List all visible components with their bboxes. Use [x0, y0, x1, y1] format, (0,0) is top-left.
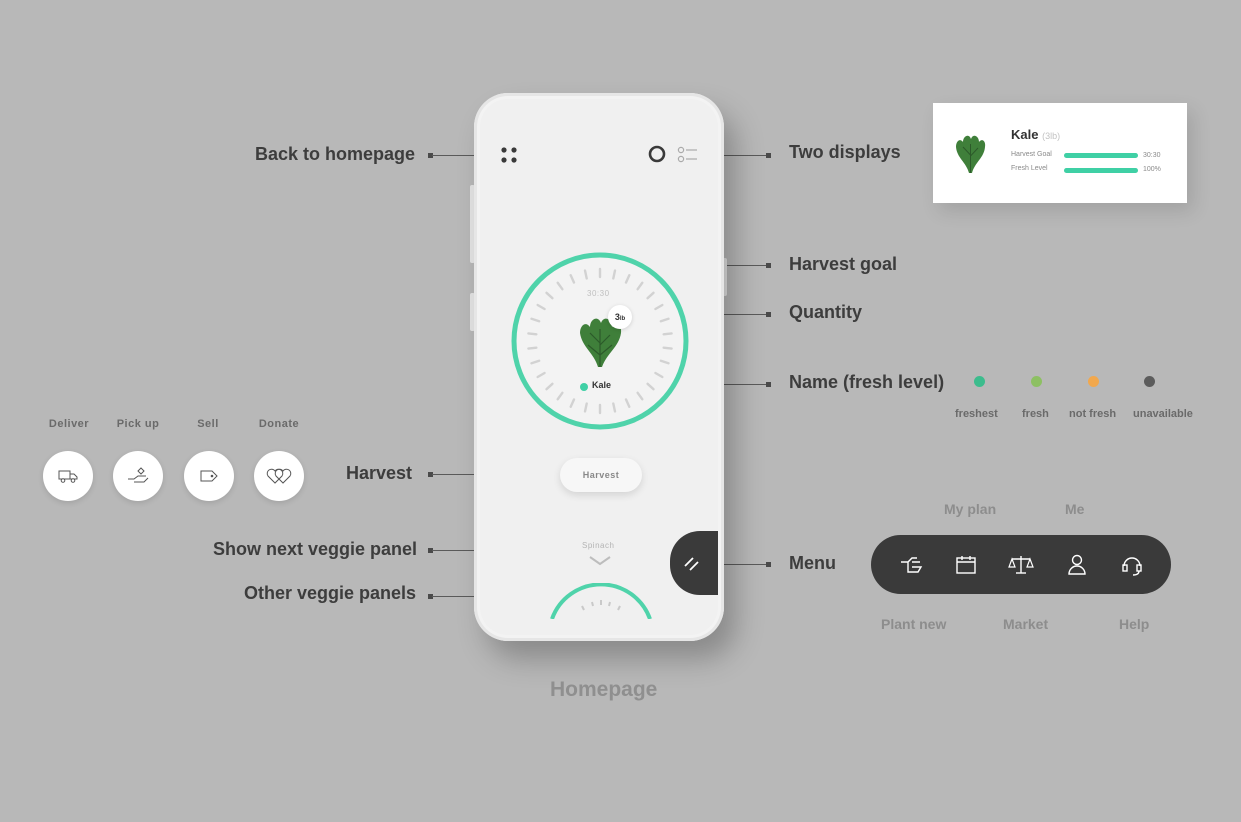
dial-tick — [612, 269, 617, 280]
card-harvest-goal-value: 30:30 — [1143, 152, 1161, 159]
action-label-sell: Sell — [197, 418, 219, 430]
plant-hand-icon[interactable] — [896, 550, 926, 580]
phone-frame: 30:30 3lb Kale Harvest Spinach — [474, 93, 724, 641]
card-fresh-level-label: Fresh Level — [1011, 165, 1048, 172]
hand-pickup-icon — [128, 467, 149, 483]
dial-tick — [527, 346, 538, 350]
card-harvest-goal-label: Harvest Goal — [1011, 151, 1052, 158]
legend-label-freshest: freshest — [955, 408, 998, 420]
donate-button[interactable] — [254, 451, 304, 501]
card-harvest-goal-bar — [1064, 153, 1138, 158]
quantity-badge: 3lb — [608, 305, 632, 329]
next-veggie-panel-preview[interactable] — [546, 583, 656, 619]
next-veggie-label[interactable]: Spinach — [582, 541, 614, 550]
card-name-text: Kale — [1011, 127, 1039, 142]
quantity-unit: lb — [619, 316, 626, 322]
card-fresh-level-bar — [1064, 168, 1138, 173]
annotation-show-next-veggie-panel: Show next veggie panel — [213, 539, 418, 559]
sell-button[interactable] — [184, 451, 234, 501]
goal-card: Kale (3lb) Harvest Goal 30:30 Fresh Leve… — [933, 103, 1187, 203]
legend-dot-not-fresh — [1088, 376, 1099, 387]
pick-up-button[interactable] — [113, 451, 163, 501]
card-fresh-level-value: 100% — [1143, 166, 1161, 173]
card-veggie-name: Kale (3lb) — [1011, 127, 1060, 142]
dial-tick — [583, 269, 588, 280]
veggie-name: Kale — [592, 380, 612, 390]
phone-screen: 30:30 3lb Kale Harvest Spinach — [480, 99, 718, 635]
price-tag-icon — [200, 470, 218, 482]
annotation-harvest-goal: Harvest goal — [789, 254, 898, 274]
dial-tick — [612, 402, 617, 413]
harvest-button[interactable]: Harvest — [560, 458, 642, 492]
annotation-back-to-homepage: Back to homepage — [255, 144, 416, 164]
menu-label-plant-new: Plant new — [881, 616, 947, 632]
legend-dot-freshest — [974, 376, 985, 387]
menu-label-help: Help — [1119, 616, 1150, 632]
dial-tick — [583, 402, 588, 413]
dial-tick — [662, 332, 673, 336]
calendar-icon[interactable] — [951, 550, 981, 580]
annotation-dot — [766, 312, 771, 317]
annotation-dot — [766, 382, 771, 387]
dial-display-icon[interactable] — [648, 145, 666, 163]
action-label-donate: Donate — [258, 418, 300, 430]
menu-slash-icon — [684, 557, 699, 571]
dial-goal-text: 30:30 — [587, 289, 610, 298]
annotation-harvest: Harvest — [346, 463, 413, 483]
annotation-dot — [766, 153, 771, 158]
legend-label-fresh: fresh — [1022, 408, 1049, 420]
card-harvest-goal-fill — [1064, 153, 1138, 158]
hearts-icon — [266, 468, 292, 484]
scale-icon[interactable] — [1006, 550, 1036, 580]
deliver-button[interactable] — [43, 451, 93, 501]
menu-button[interactable] — [670, 531, 718, 595]
menu-bar — [871, 535, 1171, 594]
menu-label-market: Market — [1003, 616, 1049, 632]
fresh-level-dot — [580, 383, 588, 391]
chevron-down-icon[interactable] — [588, 555, 612, 567]
annotation-quantity: Quantity — [789, 302, 863, 322]
dial-tick — [662, 346, 673, 350]
legend-label-not-fresh: not fresh — [1069, 408, 1117, 420]
card-fresh-level-fill — [1064, 168, 1138, 173]
page-caption: Homepage — [550, 678, 658, 701]
legend-label-unavailable: unavailable — [1133, 408, 1193, 420]
list-display-icon[interactable] — [677, 146, 699, 164]
truck-icon — [58, 470, 78, 483]
person-icon[interactable] — [1062, 550, 1092, 580]
annotation-menu: Menu — [789, 553, 836, 573]
annotation-name-fresh-level: Name (fresh level) — [789, 372, 945, 392]
card-qty: (3lb) — [1042, 131, 1061, 141]
kale-icon — [956, 135, 986, 173]
annotation-dot — [766, 263, 771, 268]
action-label-deliver: Deliver — [48, 418, 90, 430]
menu-label-my-plan: My plan — [944, 501, 997, 517]
action-label-pick-up: Pick up — [116, 418, 160, 430]
legend-dot-fresh — [1031, 376, 1042, 387]
headset-icon[interactable] — [1117, 550, 1147, 580]
grid-dots-icon[interactable] — [500, 145, 518, 167]
legend-dot-unavailable — [1144, 376, 1155, 387]
annotation-other-veggie-panels: Other veggie panels — [244, 583, 417, 603]
menu-label-me: Me — [1065, 501, 1085, 517]
annotation-dot — [766, 562, 771, 567]
dial-tick — [527, 332, 538, 336]
annotation-two-displays: Two displays — [789, 142, 901, 162]
